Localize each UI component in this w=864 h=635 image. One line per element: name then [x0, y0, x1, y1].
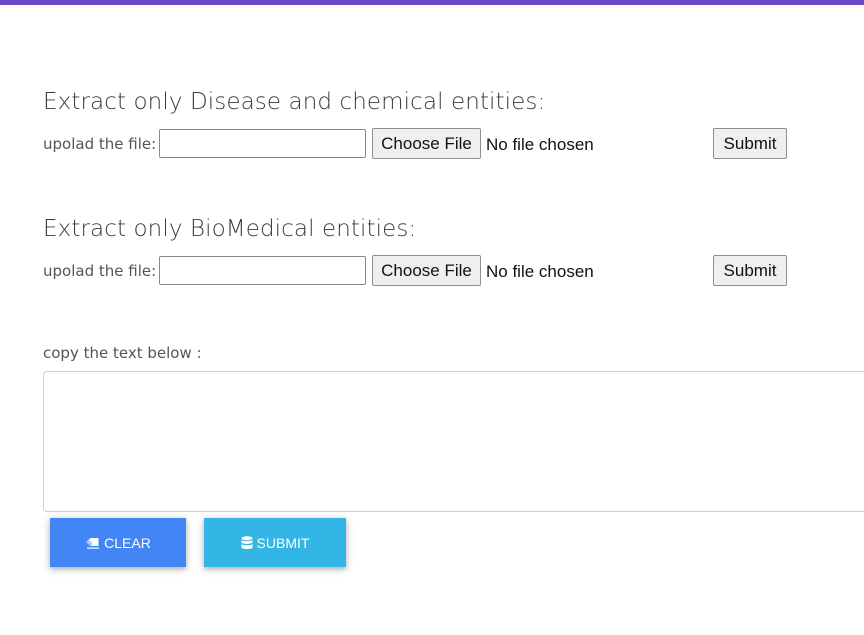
upload-label-disease-chemical: upolad the file:	[43, 135, 157, 153]
upload-label-biomedical: upolad the file:	[43, 262, 157, 280]
choose-file-button-biomedical[interactable]: Choose File	[372, 255, 481, 286]
submit-text-button[interactable]: SUBMIT	[204, 518, 346, 567]
section-title-disease-chemical: Extract only Disease and chemical entiti…	[43, 89, 546, 115]
top-accent-bar	[0, 0, 864, 5]
file-status-disease-chemical: No file chosen	[486, 135, 594, 154]
clear-button-label: CLEAR	[104, 534, 151, 551]
text-entry-area[interactable]	[43, 371, 864, 512]
file-text-input-biomedical[interactable]	[159, 256, 366, 285]
choose-file-button-disease-chemical[interactable]: Choose File	[372, 128, 481, 159]
eraser-icon	[85, 537, 100, 549]
section-title-biomedical: Extract only BioMedical entities:	[43, 216, 417, 242]
file-status-biomedical: No file chosen	[486, 262, 594, 281]
database-icon	[241, 535, 253, 550]
clear-button[interactable]: CLEAR	[50, 518, 186, 567]
file-text-input-disease-chemical[interactable]	[159, 129, 366, 158]
text-entry-label: copy the text below :	[43, 344, 202, 362]
submit-button-disease-chemical[interactable]: Submit	[713, 128, 787, 159]
submit-text-button-label: SUBMIT	[256, 534, 310, 551]
submit-button-biomedical[interactable]: Submit	[713, 255, 787, 286]
